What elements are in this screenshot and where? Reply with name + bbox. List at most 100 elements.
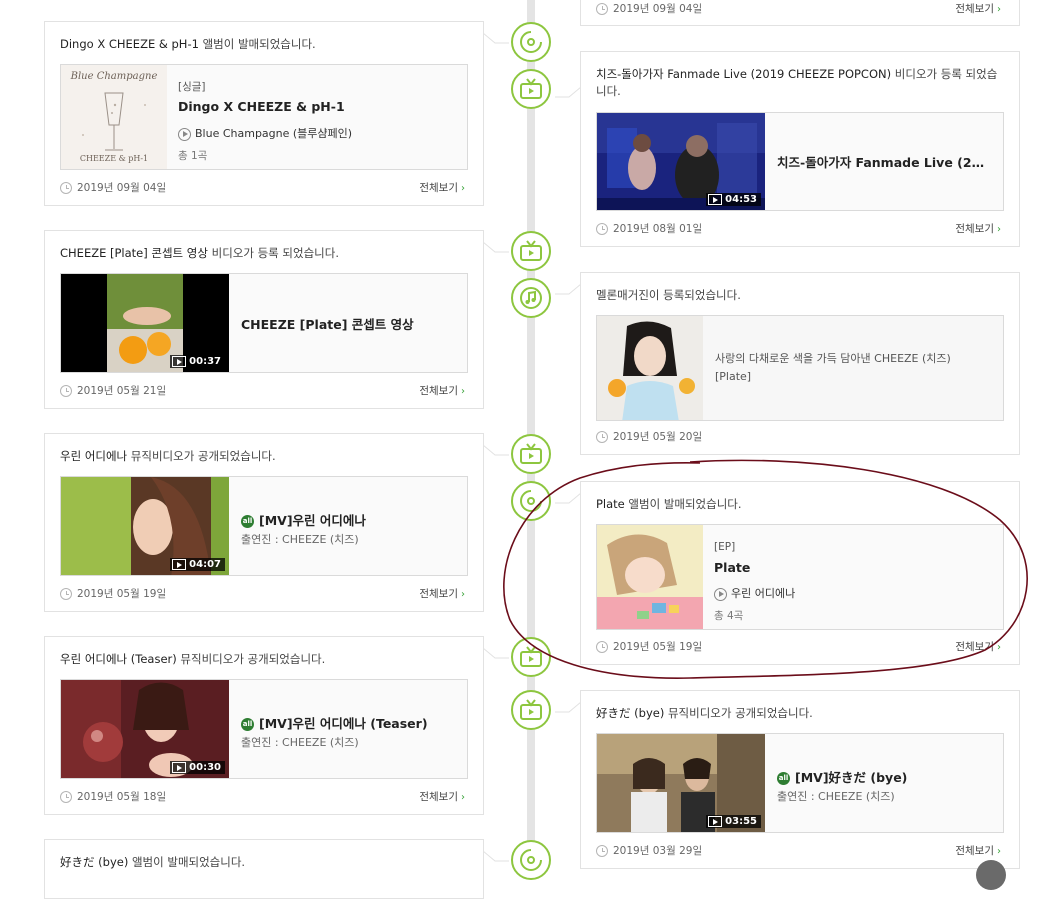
view-all-link[interactable]: 전체보기 ›: [955, 1, 1001, 16]
duration-badge: 04:53: [706, 193, 761, 206]
album-box[interactable]: [EP] Plate 우린 어디에나 총 4곡: [596, 524, 1004, 630]
play-icon: [708, 816, 723, 827]
timeline-node-album: [511, 840, 551, 880]
date: 2019년 09월 04일: [596, 1, 702, 16]
card-pointer: [555, 283, 581, 295]
video-thumbnail[interactable]: 04:53: [597, 113, 765, 210]
all-ages-icon: all: [777, 772, 790, 785]
timeline-card-album-top: 2019년 09월 04일 전체보기 ›: [580, 0, 1020, 26]
timeline-card-video-fanmade: 치즈-돌아가자 Fanmade Live (2019 CHEEZE POPCON…: [555, 51, 1020, 247]
track-link[interactable]: Blue Champagne (블루샴페인): [178, 125, 352, 141]
track-count: 총 1곡: [178, 150, 208, 162]
disc-icon: [520, 30, 543, 53]
card-title: 好きだ (bye) 앨범이 발매되었습니다.: [60, 855, 246, 869]
all-ages-icon: all: [241, 718, 254, 731]
view-all-link[interactable]: 전체보기 ›: [419, 383, 465, 398]
magazine-title[interactable]: 사랑의 다채로운 색을 가득 담아낸 CHEEZE (치즈) [Plate]: [715, 350, 989, 386]
clock-icon: [596, 2, 608, 15]
timeline-node-video: [511, 69, 551, 109]
card-title: Dingo X CHEEZE & pH-1 앨범이 발매되었습니다.: [60, 37, 316, 51]
view-all-link[interactable]: 전체보기 ›: [419, 180, 465, 195]
play-icon: [708, 194, 723, 205]
view-all-link[interactable]: 전체보기 ›: [419, 789, 465, 804]
card-title: 好きだ (bye) 뮤직비디오가 공개되었습니다.: [596, 706, 813, 720]
card-pointer: [555, 86, 581, 98]
disc-icon: [520, 489, 543, 512]
tv-icon: [520, 646, 542, 667]
video-thumbnail[interactable]: 00:30: [61, 680, 229, 778]
video-box[interactable]: 03:55 all [MV]好きだ (bye) 출연진 : CHEEZE (치즈): [596, 733, 1004, 833]
timeline-card-video-concept: CHEEZE [Plate] 콘셉트 영상 비디오가 등록 되었습니다. 00:…: [44, 230, 509, 409]
video-title[interactable]: CHEEZE [Plate] 콘셉트 영상: [241, 314, 414, 333]
album-box[interactable]: Blue Champagne CHEEZE & pH-1 [싱글] Dingo …: [60, 64, 468, 170]
timeline-node-video: [511, 690, 551, 730]
portrait-art: [597, 316, 703, 420]
magazine-box[interactable]: 사랑의 다채로운 색을 가득 담아낸 CHEEZE (치즈) [Plate]: [596, 315, 1004, 421]
timeline-node-magazine: [511, 278, 551, 318]
timeline-card-mv-teaser: 우린 어디에나 (Teaser) 뮤직비디오가 공개되었습니다. 00:30 a…: [44, 636, 509, 815]
video-title[interactable]: 치즈-돌아가자 Fanmade Live (2019 CHEEZE POPCON…: [777, 152, 991, 171]
clock-icon: [60, 790, 72, 803]
clock-icon: [596, 222, 608, 235]
date: 2019년 09월 04일: [60, 180, 166, 195]
magazine-thumbnail[interactable]: [597, 316, 703, 420]
card-pointer: [483, 647, 509, 659]
album-cover[interactable]: Blue Champagne CHEEZE & pH-1: [61, 65, 167, 169]
card-title: 치즈-돌아가자 Fanmade Live (2019 CHEEZE POPCON…: [596, 67, 998, 98]
clock-icon: [596, 640, 608, 653]
video-thumbnail[interactable]: 00:37: [61, 274, 229, 372]
duration-badge: 03:55: [706, 815, 761, 828]
card-pointer: [555, 492, 581, 504]
track-link[interactable]: 우린 어디에나: [714, 585, 795, 601]
album-cover[interactable]: [597, 525, 703, 629]
video-box[interactable]: 04:53 치즈-돌아가자 Fanmade Live (2019 CHEEZE …: [596, 112, 1004, 211]
date: 2019년 05월 19일: [596, 639, 702, 654]
album-type: [싱글]: [178, 81, 206, 93]
card-pointer: [483, 444, 509, 456]
video-box[interactable]: 00:30 all [MV]우린 어디에나 (Teaser) 출연진 : CHEE…: [60, 679, 468, 779]
view-all-link[interactable]: 전체보기 ›: [955, 639, 1001, 654]
play-icon: [172, 559, 187, 570]
clock-icon: [60, 587, 72, 600]
play-icon: [172, 356, 187, 367]
video-box[interactable]: 00:37 CHEEZE [Plate] 콘셉트 영상: [60, 273, 468, 373]
timeline-card-album-plate: Plate 앨범이 발매되었습니다. [EP] Plate 우린 어디에나 총 …: [555, 481, 1020, 665]
card-title: 우린 어디에나 (Teaser) 뮤직비디오가 공개되었습니다.: [60, 652, 326, 666]
scroll-top-button[interactable]: [976, 860, 1006, 890]
disc-icon: [520, 848, 543, 871]
album-title[interactable]: Plate: [714, 560, 750, 575]
date: 2019년 08월 01일: [596, 221, 702, 236]
timeline-node-video: [511, 231, 551, 271]
card-title: 우린 어디에나 뮤직비디오가 공개되었습니다.: [60, 449, 276, 463]
video-title[interactable]: all [MV]우린 어디에나: [241, 510, 366, 529]
video-thumbnail[interactable]: 03:55: [597, 734, 765, 832]
timeline-card-album-dingo: Dingo X CHEEZE & pH-1 앨범이 발매되었습니다. Blue …: [44, 21, 509, 206]
clock-icon: [60, 384, 72, 397]
cast: 출연진 : CHEEZE (치즈): [777, 790, 895, 803]
play-icon[interactable]: [178, 127, 191, 141]
tv-icon: [520, 699, 542, 720]
view-all-link[interactable]: 전체보기 ›: [955, 221, 1001, 236]
clock-icon: [596, 430, 608, 443]
view-all-link[interactable]: 전체보기 ›: [419, 586, 465, 601]
timeline-node-video: [511, 637, 551, 677]
tv-icon: [520, 78, 542, 99]
timeline-card-mv-urin: 우린 어디에나 뮤직비디오가 공개되었습니다. 04:07 all [MV]우린 …: [44, 433, 509, 612]
date: 2019년 05월 19일: [60, 586, 166, 601]
view-all-link[interactable]: 전체보기 ›: [955, 843, 1001, 858]
date: 2019년 03월 29일: [596, 843, 702, 858]
video-thumbnail[interactable]: 04:07: [61, 477, 229, 575]
video-box[interactable]: 04:07 all [MV]우린 어디에나 출연진 : CHEEZE (치즈): [60, 476, 468, 576]
clock-icon: [596, 844, 608, 857]
video-title[interactable]: all [MV]好きだ (bye): [777, 767, 907, 786]
card-title: Plate 앨범이 발매되었습니다.: [596, 497, 742, 511]
album-title[interactable]: Dingo X CHEEZE & pH-1: [178, 99, 345, 114]
duration-badge: 00:37: [170, 355, 225, 368]
play-icon: [172, 762, 187, 773]
card-pointer: [483, 32, 509, 44]
play-icon[interactable]: [714, 587, 727, 601]
card-title: CHEEZE [Plate] 콘셉트 영상 비디오가 등록 되었습니다.: [60, 246, 339, 260]
clock-icon: [60, 181, 72, 194]
video-title[interactable]: all [MV]우린 어디에나 (Teaser): [241, 713, 428, 732]
cover-artist: CHEEZE & pH-1: [79, 154, 149, 163]
